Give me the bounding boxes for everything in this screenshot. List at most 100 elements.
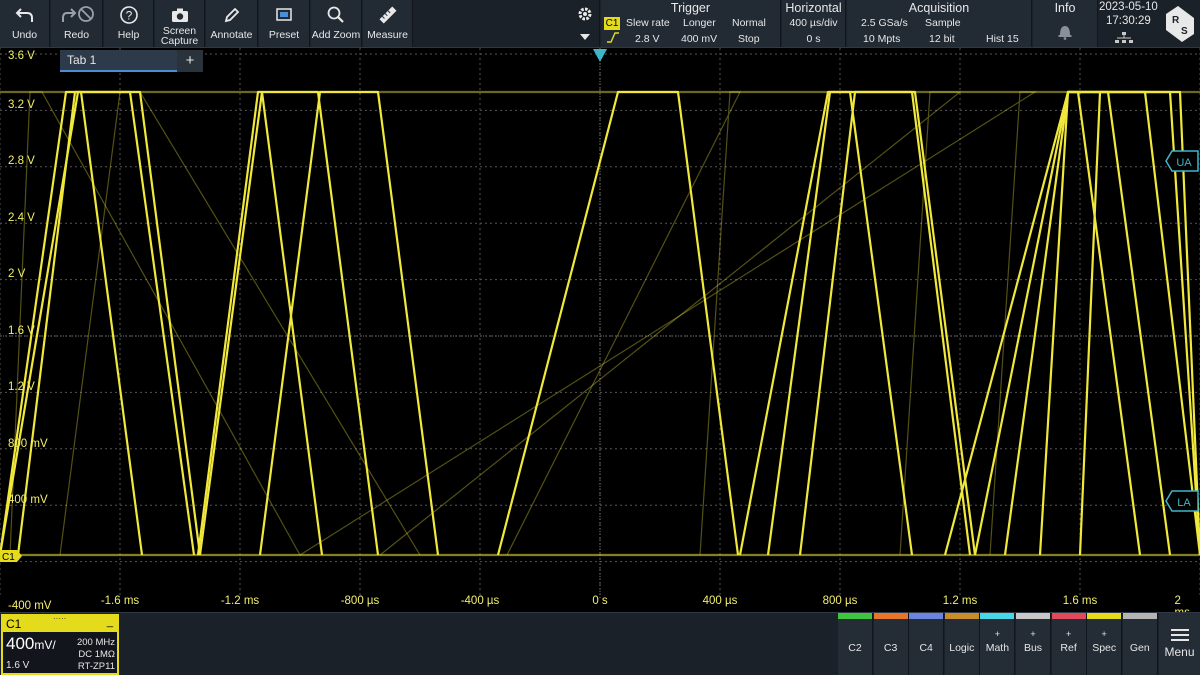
channel-button-ref[interactable]: + Ref	[1051, 613, 1087, 675]
help-button[interactable]: ? Help	[104, 0, 154, 47]
zoom-icon	[326, 4, 346, 26]
y-label-400mv: 400 mV	[8, 494, 48, 506]
menu-button[interactable]: Menu	[1159, 613, 1200, 675]
tab-1[interactable]: Tab 1	[60, 50, 177, 72]
trace-segment	[738, 90, 914, 556]
settings-button[interactable]	[570, 0, 600, 47]
slope-rising-icon	[606, 31, 620, 46]
horizontal-panel[interactable]: Horizontal 400 µs/div 0 s	[782, 0, 846, 47]
lower-limit-label: LA	[1177, 497, 1191, 509]
redo-label: Redo	[63, 29, 90, 41]
y-label-2v: 2 V	[8, 268, 26, 280]
measure-button[interactable]: Measure	[363, 0, 413, 47]
trace-segment	[943, 90, 1142, 556]
gear-icon	[576, 4, 594, 25]
acquisition-panel[interactable]: Acquisition 2.5 GSa/s Sample 10 Mpts 12 …	[847, 0, 1032, 47]
channel-button-label: Gen	[1129, 642, 1150, 654]
upper-limit-marker[interactable]: UA	[1165, 150, 1199, 172]
undo-label: Undo	[11, 29, 38, 41]
info-title: Info	[1054, 1, 1076, 15]
info-panel[interactable]: Info	[1033, 0, 1098, 47]
channel-button-logic[interactable]: Logic	[944, 613, 980, 675]
channel-button-label: Ref	[1060, 642, 1077, 654]
brand-logo: RS	[1160, 0, 1200, 47]
trace-segment	[496, 90, 740, 556]
y-label-3v2: 3.2 V	[8, 99, 35, 111]
add-tab-button[interactable]: +	[177, 50, 203, 72]
c1-coupling: DC 1MΩ	[78, 649, 115, 660]
preset-button[interactable]: Preset	[259, 0, 310, 47]
channel-color-bar	[1016, 613, 1050, 619]
trigger-panel[interactable]: Trigger C1 Slew rate Longer Normal 2.8 V…	[601, 0, 781, 47]
c1-minimize[interactable]: _	[107, 614, 113, 630]
x-label-minus800us: -800 µs	[340, 595, 380, 607]
trace-segment	[16, 90, 202, 556]
camera-icon	[170, 4, 190, 26]
undo-button[interactable]: Undo	[0, 0, 50, 47]
trigger-value: 400 mV	[681, 33, 718, 45]
channel-button-label: C2	[848, 642, 862, 654]
measure-label: Measure	[367, 29, 408, 41]
annotate-label: Annotate	[210, 29, 253, 41]
lower-limit-marker[interactable]: LA	[1165, 490, 1199, 512]
y-label-800mv: 800 mV	[8, 438, 48, 450]
trigger-condition: Longer	[683, 17, 716, 29]
preset-icon	[274, 4, 294, 26]
trigger-mode: Normal	[732, 17, 766, 29]
channel-color-bar	[944, 613, 979, 619]
x-label-minus1.6ms: -1.6 ms	[100, 595, 140, 607]
channel-c1-panel[interactable]: C1 _ ····· 400mV/ 1.6 V 200 MHz DC 1MΩ R…	[1, 614, 119, 675]
acquisition-sample-rate: 2.5 GSa/s	[861, 17, 908, 29]
c1-bandwidth: 200 MHz	[76, 637, 115, 648]
channel-button-math[interactable]: + Math	[980, 613, 1016, 675]
channel-button-label: Logic	[949, 642, 975, 654]
channel-button-gen[interactable]: Gen	[1122, 613, 1158, 675]
trigger-position-marker[interactable]	[593, 49, 607, 62]
c1-offset: 1.6 V	[6, 660, 30, 671]
chevron-down-icon	[579, 27, 591, 48]
x-label-minus400us: -400 µs	[460, 595, 500, 607]
redo-button[interactable]: Redo	[51, 0, 103, 47]
channel-button-spec[interactable]: + Spec	[1087, 613, 1123, 675]
c1-name: C1	[6, 617, 22, 631]
trigger-source: C1	[604, 17, 620, 30]
y-label-1v6: 1.6 V	[8, 325, 35, 337]
channel-button-c3[interactable]: C3	[873, 613, 909, 675]
c1-scale-value: 400	[6, 634, 35, 653]
x-label-minus1.2ms: -1.2 ms	[220, 595, 260, 607]
horizontal-title: Horizontal	[785, 1, 842, 15]
channel-color-bar	[873, 613, 908, 619]
channel-add-icon: +	[1065, 629, 1072, 639]
toolbar: Undo Redo ? Help ScreenCapture Annotate	[0, 0, 1200, 48]
channel-button-bus[interactable]: + Bus	[1016, 613, 1051, 675]
channel-button-label: Bus	[1023, 642, 1043, 654]
svg-text:S: S	[1181, 26, 1188, 37]
channel-button-c2[interactable]: C2	[838, 613, 873, 675]
channel-color-bar	[1051, 613, 1086, 619]
ruler-icon	[378, 4, 398, 26]
channel-color-bar	[980, 613, 1015, 619]
channel-button-c4[interactable]: C4	[909, 613, 945, 675]
annotate-button[interactable]: Annotate	[206, 0, 258, 47]
add-zoom-button[interactable]: Add Zoom	[311, 0, 362, 47]
y-label-3v6: 3.6 V	[8, 50, 35, 62]
channel-button-label: Spec	[1092, 642, 1117, 654]
clock-panel: 2023-05-10 17:30:29	[1099, 0, 1159, 47]
add-zoom-label: Add Zoom	[311, 29, 361, 41]
pencil-icon	[222, 4, 242, 26]
channel-button-label: C3	[883, 642, 898, 654]
c1-scale-unit: mV/	[34, 638, 56, 652]
waveform-display[interactable]: C1 UA LA 3.6 V 3.2 V 2.8 V 2.4 V 2 V 1.6…	[0, 48, 1200, 619]
acquisition-record-length: 10 Mpts	[863, 33, 901, 45]
trigger-level: 2.8 V	[635, 33, 660, 45]
menu-label: Menu	[1164, 645, 1195, 659]
trace-segment	[973, 90, 1172, 556]
bell-icon	[1057, 22, 1073, 43]
channel-add-icon: +	[1101, 629, 1107, 639]
trace-persistence	[379, 91, 962, 556]
channel-add-icon: +	[994, 629, 1001, 639]
acquisition-hist: Hist 15	[986, 33, 1019, 45]
c1-grip-icon: ·····	[53, 614, 67, 623]
redo-icon	[59, 4, 95, 26]
screen-capture-button[interactable]: Screen Capture	[155, 0, 205, 47]
